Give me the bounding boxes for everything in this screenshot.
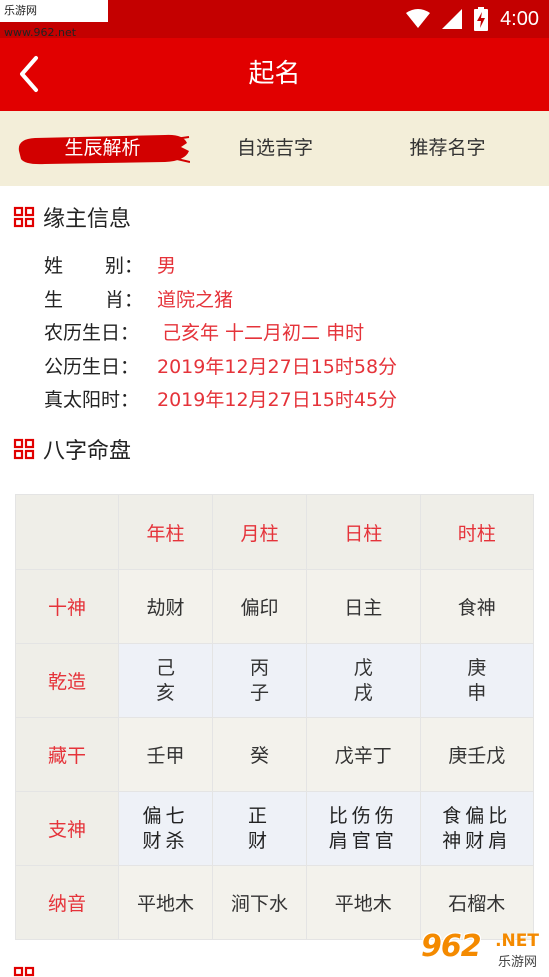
knot-icon (13, 966, 35, 977)
row-header: 乾造 (15, 643, 119, 718)
table-cell: 日主 (306, 569, 421, 644)
table-row-branch-gods: 支神 偏七 财杀 正财 比伤伤 肩官官 食偏比 神财肩 (15, 791, 534, 866)
column-header: 时柱 (419, 494, 534, 570)
column-header: 月柱 (212, 494, 308, 570)
table-cell: 癸 (212, 717, 308, 792)
info-value: 2019年12月27日15时58分 (157, 355, 398, 378)
table-header-row: 年柱 月柱 日柱 时柱 (15, 494, 534, 570)
info-label: 姓别 (44, 255, 124, 278)
table-cell: 平地木 (117, 865, 214, 940)
row-header: 十神 (15, 569, 119, 644)
table-cell: 庚壬戊 (419, 717, 534, 792)
knot-icon (13, 438, 35, 460)
info-label: 农历生日 (44, 322, 121, 345)
status-icons: 4:00 (406, 0, 539, 38)
info-value: 道院之猪 (157, 288, 234, 311)
wifi-icon (406, 9, 431, 28)
section-title: 缘主信息 (43, 207, 132, 232)
table-cell: 偏印 (212, 569, 308, 644)
table-cell: 偏七 财杀 (117, 791, 214, 866)
table-cell: 己亥 (117, 643, 214, 718)
table-cell: 戊辛丁 (306, 717, 421, 792)
tab-recommended-names[interactable]: 推荐名字 (360, 111, 535, 186)
info-label: 生肖 (44, 288, 124, 311)
table-row-ten-gods: 十神 劫财 偏印 日主 食神 (15, 569, 534, 644)
table-cell: 丙子 (212, 643, 308, 718)
bazi-table: 年柱 月柱 日柱 时柱 十神 劫财 偏印 日主 食神 乾造 己亥 丙子 戊戌 庚… (15, 494, 534, 940)
row-header: 藏干 (15, 717, 119, 792)
table-row-qianzao: 乾造 己亥 丙子 戊戌 庚申 (15, 643, 534, 718)
info-row-solar-birthday: 公历生日： 2019年12月27日15时58分 (44, 349, 397, 383)
battery-charging-icon (474, 7, 489, 31)
app-header: 起名 (0, 38, 549, 111)
column-header: 日柱 (306, 494, 421, 570)
info-row-zodiac: 生肖： 道院之猪 (44, 282, 397, 316)
table-cell: 食神 (419, 569, 534, 644)
info-row-true-solar-time: 真太阳时： 2019年12月27日15时45分 (44, 382, 397, 416)
table-cell: 涧下水 (212, 865, 308, 940)
info-label: 公历生日 (44, 355, 121, 378)
signal-icon (442, 9, 463, 29)
status-bar: 乐游网 www.962.net 4:00 (0, 0, 549, 39)
section-title: 八字命盘 (43, 439, 132, 464)
section-header-partial (13, 962, 43, 977)
info-value: 男 (157, 255, 177, 278)
row-header: 支神 (15, 791, 119, 866)
watermark-top: 乐游网 www.962.net (0, 0, 108, 39)
table-cell: 戊戌 (306, 643, 421, 718)
page-title: 起名 (248, 59, 301, 89)
table-cell: 庚申 (419, 643, 534, 718)
table-cell: 食偏比 神财肩 (419, 791, 534, 866)
table-cell: 比伤伤 肩官官 (306, 791, 421, 866)
section-header-bazi: 八字命盘 (13, 434, 131, 464)
info-value: 2019年12月27日15时45分 (157, 389, 398, 412)
table-row-hidden-stems: 藏干 壬甲 癸 戊辛丁 庚壬戊 (15, 717, 534, 792)
info-label: 真太阳时 (44, 389, 121, 412)
table-corner (15, 494, 119, 570)
clock: 4:00 (500, 7, 539, 30)
tab-birth-analysis[interactable]: 生辰解析 (15, 111, 190, 186)
section-header-info: 缘主信息 (13, 202, 131, 232)
table-cell: 劫财 (117, 569, 214, 644)
tab-bar: 生辰解析 自选吉字 推荐名字 (0, 111, 549, 186)
tab-self-select-chars[interactable]: 自选吉字 (190, 111, 360, 186)
column-header: 年柱 (117, 494, 214, 570)
knot-icon (13, 206, 35, 228)
table-cell: 壬甲 (117, 717, 214, 792)
info-row-gender: 姓别： 男 (44, 248, 397, 282)
owner-info-list: 姓别： 男 生肖： 道院之猪 农历生日： 己亥年 十二月初二 申时 公历生日： … (44, 248, 397, 416)
info-value: 己亥年 十二月初二 申时 (162, 322, 365, 345)
table-cell: 正财 (212, 791, 308, 866)
table-cell: 平地木 (306, 865, 421, 940)
row-header: 纳音 (15, 865, 119, 940)
watermark-logo: 962 .NET 乐游网 (421, 929, 539, 970)
info-row-lunar-birthday: 农历生日： 己亥年 十二月初二 申时 (44, 315, 397, 349)
